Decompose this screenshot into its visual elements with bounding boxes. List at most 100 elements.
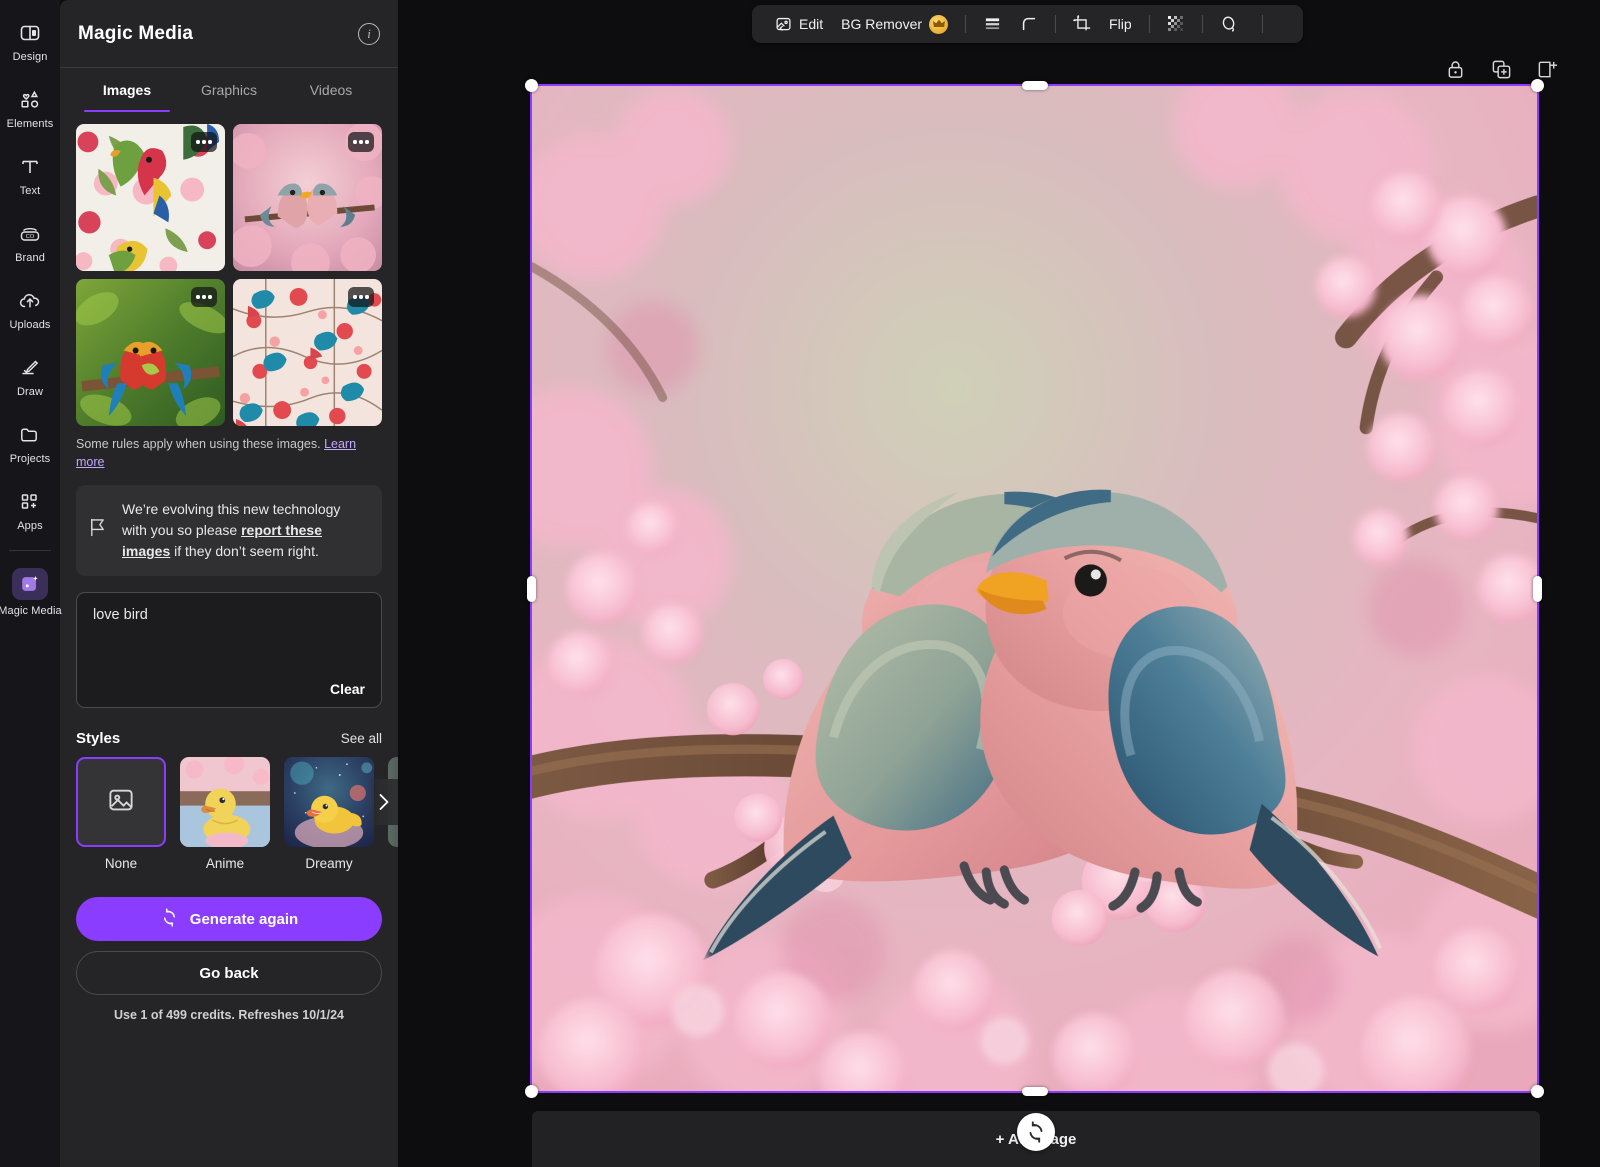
crop-button[interactable] (1064, 9, 1100, 39)
thumbnail-more-options[interactable] (348, 132, 374, 152)
resize-handle-top-right[interactable] (1531, 79, 1544, 92)
sidebar-item-projects[interactable]: Projects (0, 410, 60, 477)
result-thumbnail[interactable] (233, 124, 382, 271)
result-thumbnail[interactable] (233, 279, 382, 426)
bg-remover-button[interactable]: BG Remover (832, 9, 957, 39)
go-back-button[interactable]: Go back (76, 951, 382, 995)
result-thumbnail[interactable] (76, 124, 225, 271)
sidebar-label: Magic Media (0, 605, 62, 617)
draw-icon (17, 355, 43, 381)
styles-header: Styles See all (76, 730, 382, 747)
edit-image-icon (775, 16, 792, 33)
chevron-right-icon[interactable] (368, 779, 398, 825)
lock-icon[interactable] (1444, 58, 1466, 80)
styles-title: Styles (76, 730, 120, 747)
sidebar-item-brand[interactable]: CO Brand (0, 209, 60, 276)
tab-label: Graphics (201, 82, 257, 98)
toolbar-divider (965, 15, 966, 33)
animate-button[interactable] (1211, 9, 1254, 39)
panel-tabs: Images Graphics Videos (60, 68, 398, 112)
sidebar-item-draw[interactable]: Draw (0, 343, 60, 410)
flip-label: Flip (1109, 16, 1132, 32)
see-all-styles-link[interactable]: See all (341, 731, 382, 746)
sidebar-label: Uploads (9, 319, 50, 331)
text-icon (17, 154, 43, 180)
resize-handle-bottom[interactable] (1022, 1087, 1048, 1096)
style-thumbnail (76, 757, 166, 847)
sidebar-label: Projects (10, 453, 51, 465)
generate-again-label: Generate again (190, 911, 298, 928)
canvas-corner-tools (1444, 58, 1558, 80)
prompt-input[interactable]: love bird Clear (76, 592, 382, 708)
edit-button[interactable]: Edit (766, 9, 832, 39)
add-page-icon[interactable] (1536, 58, 1558, 80)
style-option-none[interactable]: None (76, 757, 166, 871)
info-icon[interactable]: i (358, 23, 380, 45)
duplicate-icon[interactable] (1490, 58, 1512, 80)
refresh-icon (160, 908, 179, 931)
style-option-dreamy[interactable]: Dreamy (284, 757, 374, 871)
clear-button[interactable]: Clear (330, 681, 365, 697)
sidebar-item-apps[interactable]: Apps (0, 477, 60, 544)
style-label: None (76, 856, 166, 871)
sidebar-item-design[interactable]: Design (0, 8, 60, 75)
notice-text-after: if they don’t seem right. (170, 543, 319, 559)
edit-label: Edit (799, 16, 823, 32)
generate-again-button[interactable]: Generate again (76, 897, 382, 941)
image-placeholder-icon (106, 785, 136, 820)
bg-remover-label: BG Remover (841, 16, 922, 32)
sidebar-label: Apps (17, 520, 42, 532)
add-page-button[interactable]: + Add page (532, 1111, 1540, 1167)
toolbar-divider (1149, 15, 1150, 33)
thumbnail-more-options[interactable] (348, 287, 374, 307)
sidebar-item-text[interactable]: Text (0, 142, 60, 209)
left-nav-rail: Design Elements Text CO (0, 0, 60, 1167)
style-option-anime[interactable]: Anime (180, 757, 270, 871)
thumbnail-more-options[interactable] (191, 132, 217, 152)
transparency-button[interactable] (974, 9, 1011, 39)
sidebar-item-elements[interactable]: Elements (0, 75, 60, 142)
canvas-area[interactable] (398, 0, 1600, 1167)
resize-handle-right[interactable] (1533, 576, 1542, 602)
tab-images[interactable]: Images (76, 68, 178, 112)
image-toolbar: Edit BG Remover (752, 5, 1303, 43)
position-button[interactable] (1271, 9, 1289, 39)
sidebar-label: Design (13, 51, 48, 63)
resize-handle-top-left[interactable] (525, 79, 538, 92)
tab-graphics[interactable]: Graphics (178, 68, 280, 112)
design-page[interactable] (532, 86, 1537, 1091)
uploads-icon (17, 288, 43, 314)
projects-icon (17, 422, 43, 448)
transparency-checker-button[interactable] (1158, 9, 1194, 39)
resize-handle-top[interactable] (1022, 81, 1048, 90)
style-thumbnail (284, 757, 374, 847)
design-page-selection[interactable] (532, 86, 1537, 1091)
resize-handle-bottom-right[interactable] (1531, 1085, 1544, 1098)
prompt-value: love bird (93, 607, 365, 623)
resize-handle-left[interactable] (527, 576, 536, 602)
apps-icon (17, 489, 43, 515)
toolbar-divider (1262, 15, 1263, 33)
corner-radius-button[interactable] (1011, 9, 1047, 39)
svg-text:CO: CO (26, 234, 35, 240)
magic-media-icon (12, 568, 48, 600)
dreamy-duck-thumb (284, 757, 374, 847)
result-thumbnail[interactable] (76, 279, 225, 426)
sidebar-item-magic-media[interactable]: Magic Media (0, 559, 60, 626)
sidebar-item-uploads[interactable]: Uploads (0, 276, 60, 343)
rules-label: Some rules apply when using these images… (76, 437, 321, 451)
usage-rules-text: Some rules apply when using these images… (60, 426, 398, 471)
animate-icon (1220, 15, 1238, 33)
tab-label: Images (103, 82, 151, 98)
tab-videos[interactable]: Videos (280, 68, 382, 112)
add-page-label: + Add page (996, 1131, 1077, 1148)
styles-carousel: None Anime (76, 757, 398, 871)
magic-media-panel: Magic Media i Images Graphics Videos (60, 0, 398, 1167)
resize-handle-bottom-left[interactable] (525, 1085, 538, 1098)
transparency-checker-icon (1167, 15, 1185, 33)
flip-button[interactable]: Flip (1100, 9, 1141, 39)
style-label: Anime (180, 856, 270, 871)
lovebirds-cherry-blossom-image[interactable] (532, 86, 1537, 1091)
thumbnail-more-options[interactable] (191, 287, 217, 307)
go-back-label: Go back (199, 965, 258, 982)
